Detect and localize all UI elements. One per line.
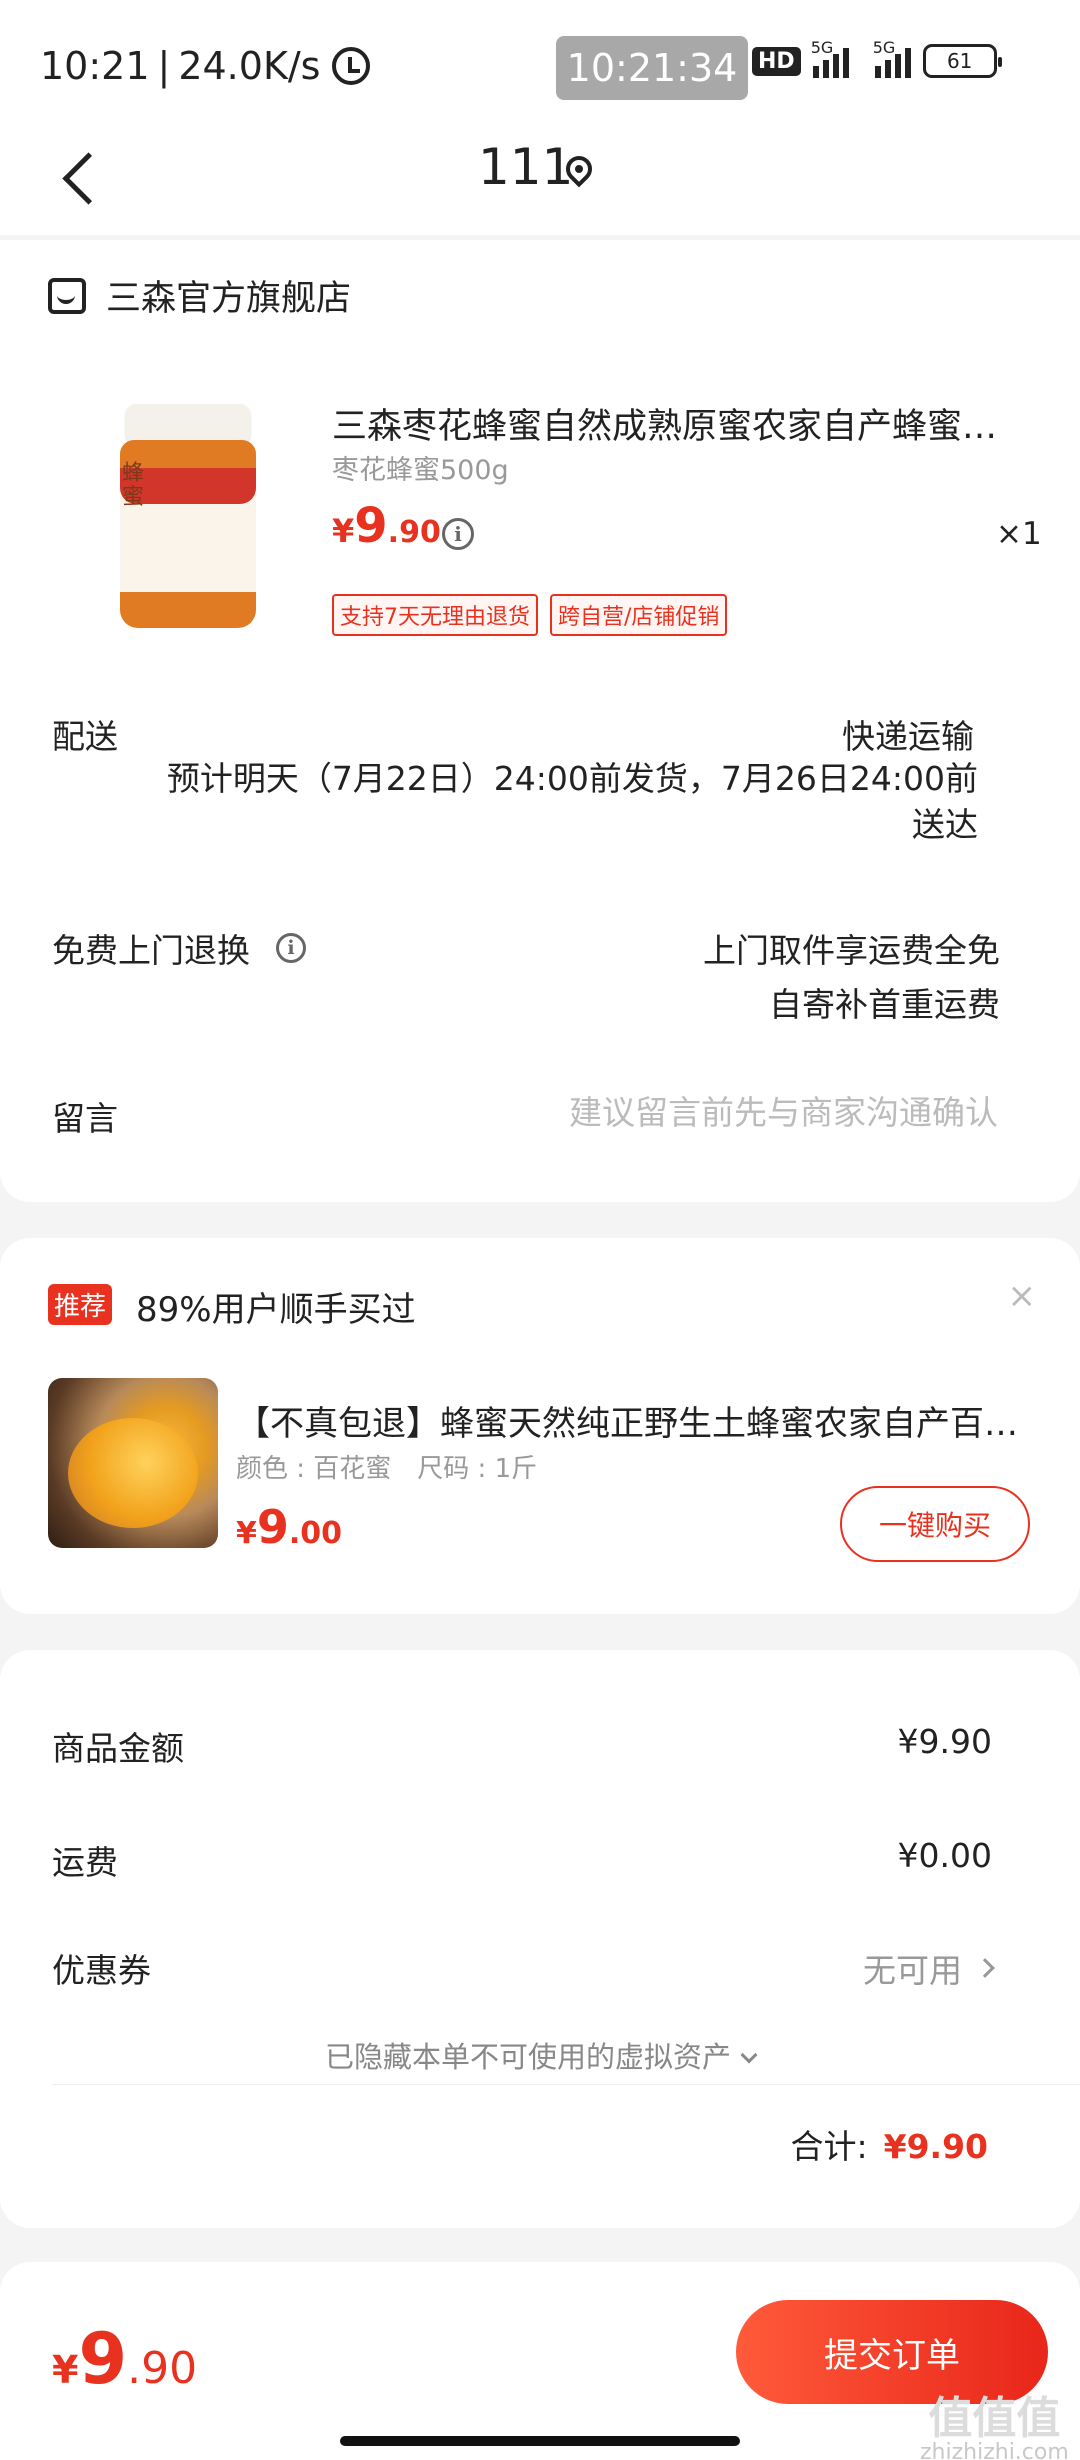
delivery-estimate: 预计明天（7月22日）24:00前发货，7月26日24:00前送达 [166,759,978,844]
recommend-spec: 颜色 : 百花蜜 尺码 : 1斤 [236,1454,538,1484]
recommend-badge: 推荐 [48,1284,113,1325]
store-row[interactable]: 三森官方旗舰店 [48,270,351,321]
recommend-name[interactable]: 【不真包退】蜂蜜天然纯正野生土蜂蜜农家自产百花蜜 [236,1396,1026,1445]
coupon-label: 优惠券 [52,1951,151,1990]
bottom-total-price: ¥9.90 [52,2318,198,2400]
battery-icon: 61 [922,44,1002,78]
recommend-card: 推荐 89%用户顺手买过 × 【不真包退】蜂蜜天然纯正野生土蜂蜜农家自产百花蜜 … [0,1238,1080,1614]
product-image[interactable]: 蜂蜜 [64,390,310,636]
jar-text: 蜂蜜 [121,461,144,510]
back-icon[interactable] [56,142,106,222]
submit-order-button[interactable]: 提交订单 [736,2300,1048,2404]
store-icon [48,277,86,314]
status-left: 10:21 | 24.0K/s [40,44,371,88]
store-name: 三森官方旗舰店 [106,279,352,319]
goods-amount-value: ¥9.90 [897,1722,992,1761]
free-return-value: 上门取件享运费全免 自寄补首重运费 [703,931,1000,1024]
divider [52,2084,1080,2085]
total-row: 合计: ¥9.90 [790,2120,988,2168]
status-bar: 10:21 | 24.0K/s 10:21:34 HD 5G 5G 61 [0,0,1080,130]
shipping-fee-row: 运费 ¥0.00 [52,1836,992,1884]
home-indicator[interactable] [340,2436,740,2446]
tag-promo: 跨自营/店铺促销 [550,594,728,636]
return-info-icon[interactable]: i [276,933,306,963]
status-right: HD 5G 5G 61 [752,38,1002,78]
order-card: 三森官方旗舰店 蜂蜜 三森枣花蜂蜜自然成熟原蜜农家自产蜂蜜纯正天然土蜂蜜 枣花蜂… [0,240,1080,1202]
price-info-icon[interactable]: i [442,518,474,550]
message-label: 留言 [52,1099,118,1138]
coupon-value: 无可用 [863,1951,962,1990]
product-quantity: ×1 [996,516,1042,552]
network-speed: 24.0K/s [178,44,321,88]
delivery-label: 配送 [52,717,118,756]
recommend-image[interactable] [48,1378,218,1548]
header: 111 [0,130,1080,235]
recommend-price: ¥9.00 [236,1500,343,1554]
product-tags: 支持7天无理由退货 跨自营/店铺促销 [332,594,728,636]
shipping-fee-label: 运费 [52,1843,118,1882]
bottom-bar: ¥9.90 提交订单 [0,2262,1080,2460]
free-return-row[interactable]: 免费上门退换 i [52,924,306,972]
total-value: ¥9.90 [883,2127,988,2166]
coupon-row[interactable]: 优惠券 无可用 [52,1944,995,1992]
total-label: 合计: [790,2127,868,2166]
summary-card: 商品金额 ¥9.90 运费 ¥0.00 优惠券 无可用 已隐藏本单不可使用的虚拟… [0,1650,1080,2228]
chevron-down-icon [740,2046,758,2064]
product-spec: 枣花蜂蜜500g [332,455,509,486]
goods-amount-row: 商品金额 ¥9.90 [52,1722,992,1770]
free-return-label: 免费上门退换 [52,931,250,970]
shipping-fee-value: ¥0.00 [897,1836,992,1875]
address-title[interactable]: 111 [478,138,573,196]
alarm-icon [332,47,371,85]
tag-return: 支持7天无理由退货 [332,594,538,636]
recommend-title: 89%用户顺手买过 [136,1290,416,1330]
signal-1-icon: 5G [811,38,849,78]
product-name[interactable]: 三森枣花蜂蜜自然成熟原蜜农家自产蜂蜜纯正天然土蜂蜜 [332,398,1022,449]
close-icon[interactable]: × [1008,1276,1037,1316]
hidden-assets-toggle[interactable]: 已隐藏本单不可使用的虚拟资产 [0,2034,1080,2076]
clock-pill: 10:21:34 [556,36,748,100]
message-input[interactable] [438,1084,998,1140]
watermark-logo: 值值值 zhizhizhi.com [920,2393,1069,2460]
signal-2-icon: 5G [873,38,911,78]
hd-icon: HD [752,46,801,76]
chevron-right-icon [975,1958,995,1978]
one-click-buy-button[interactable]: 一键购买 [840,1486,1030,1562]
status-time: 10:21 [40,44,150,88]
delivery-type: 快递运输 [842,717,974,756]
goods-amount-label: 商品金额 [52,1729,184,1768]
product-price: ¥9.90 [332,498,441,554]
